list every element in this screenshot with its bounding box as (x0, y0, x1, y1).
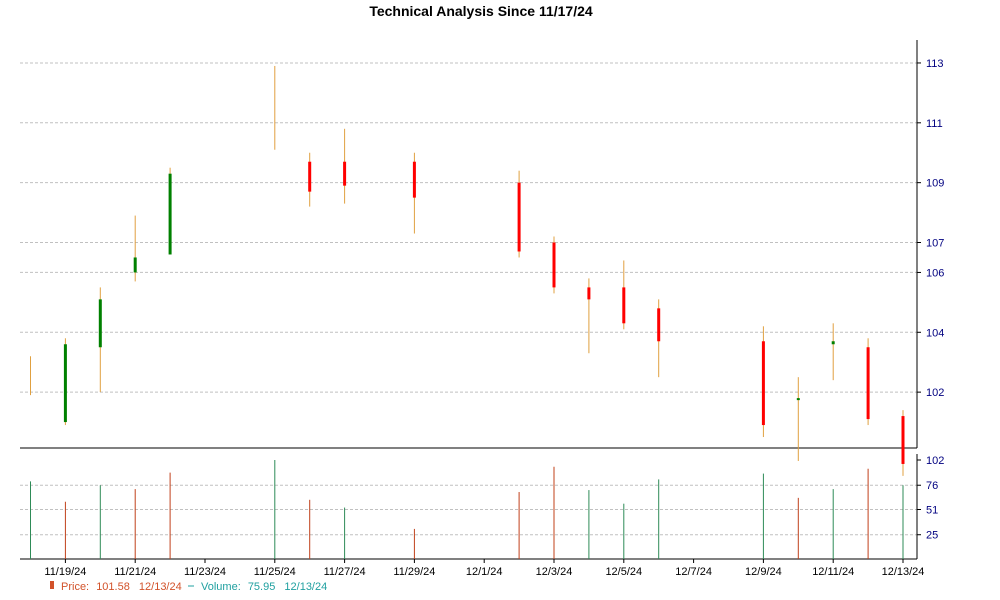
price-legend-label: Price: (61, 581, 89, 593)
x-tick-label: 12/1/24 (466, 566, 503, 578)
price-tick-label: 113 (926, 58, 944, 70)
price-legend-value: 101.58 (96, 581, 130, 593)
x-tick-label: 12/9/24 (745, 566, 782, 578)
x-tick-label: 12/13/24 (882, 566, 925, 578)
volume-axis-ticks: 25 51 76 102 (917, 455, 944, 542)
x-tick-label: 12/3/24 (536, 566, 573, 578)
price-tick-label: 106 (926, 267, 944, 279)
volume-grid (20, 484, 917, 536)
x-tick-label: 12/11/24 (812, 566, 854, 578)
axes (20, 40, 918, 560)
price-tick-label: 104 (926, 327, 944, 339)
svg-text:Price: 101.58 12/1: Price: 101.58 12/13/24 (61, 581, 182, 593)
volume-tick-label: 102 (926, 455, 944, 467)
candle-body-down (412, 161, 416, 198)
candles (30, 65, 905, 476)
price-legend-swatch (50, 581, 54, 589)
candle-body-up (63, 344, 67, 423)
candle-body-down (517, 182, 521, 252)
volume-tick-label: 76 (926, 480, 938, 492)
x-tick-label: 12/7/24 (675, 566, 712, 578)
svg-text:Volume: 75.95 12/1: Volume: 75.95 12/13/24 (201, 581, 327, 593)
candle-body-down (866, 347, 870, 420)
legend: Price: 101.58 12/13/24 Volume: 75.95 12/… (50, 581, 327, 593)
volume-legend-value: 75.95 (248, 581, 276, 593)
candle-body-up (168, 173, 172, 255)
chart-title: Technical Analysis Since 11/17/24 (369, 3, 593, 19)
price-tick-label: 102 (926, 387, 944, 399)
x-tick-label: 11/21/24 (114, 566, 156, 578)
x-tick-label: 11/27/24 (324, 566, 366, 578)
x-tick-label: 11/29/24 (393, 566, 435, 578)
price-legend-date: 12/13/24 (139, 581, 182, 593)
volume-tick-label: 25 (926, 530, 938, 542)
price-tick-label: 109 (926, 178, 944, 190)
candle-body-up (796, 398, 800, 401)
candle-body-down (552, 242, 556, 288)
candle-body-down (587, 287, 591, 300)
x-tick-label: 12/5/24 (605, 566, 642, 578)
x-tick-label: 11/23/24 (184, 566, 226, 578)
technical-analysis-chart: Technical Analysis Since 11/17/24 102 104… (20, 3, 944, 593)
candle-body-up (133, 257, 137, 273)
volume-legend-date: 12/13/24 (284, 581, 327, 593)
candle-body-down (761, 341, 765, 426)
price-tick-label: 107 (926, 238, 944, 250)
price-grid (20, 62, 917, 393)
x-tick-label: 11/25/24 (254, 566, 296, 578)
price-axis-ticks: 102 104 106 107 109 111 113 (917, 58, 944, 399)
candle-body-down (308, 161, 312, 192)
candle-body-down (343, 161, 347, 186)
volume-tick-label: 51 (926, 505, 938, 517)
x-axis-ticks: 11/19/24 11/21/24 11/23/24 11/25/24 11/27/24… (44, 559, 924, 578)
x-tick-label: 11/19/24 (44, 566, 86, 578)
volume-legend-label: Volume: (201, 581, 241, 593)
price-tick-label: 111 (926, 118, 943, 130)
candle-body-up (98, 299, 102, 348)
candle-body-up (831, 341, 835, 345)
candle-body-down (622, 287, 626, 324)
candle-body-down (901, 416, 905, 464)
candle-body-down (657, 308, 661, 342)
